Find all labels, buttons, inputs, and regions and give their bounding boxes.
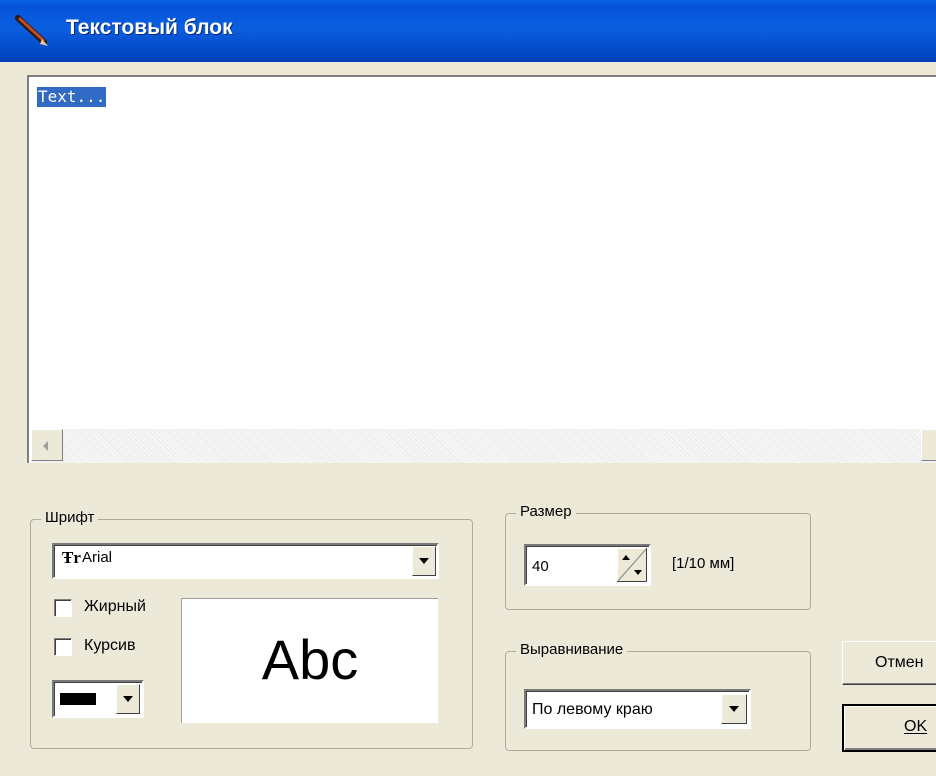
size-value[interactable]: 40 xyxy=(532,558,549,575)
alignment-group-legend: Выравнивание xyxy=(516,641,628,658)
scroll-left-button[interactable] xyxy=(31,429,63,461)
text-editor[interactable]: Text... xyxy=(27,75,936,463)
bold-checkbox-label[interactable]: Жирный xyxy=(84,598,146,616)
size-unit-label: [1/10 мм] xyxy=(672,555,735,572)
font-group-legend: Шрифт xyxy=(41,509,99,526)
window-title: Текстовый блок xyxy=(66,16,233,39)
size-spinner[interactable]: 40 xyxy=(524,544,651,586)
italic-checkbox-label[interactable]: Курсив xyxy=(84,637,135,655)
title-bar[interactable]: Текстовый блок xyxy=(0,0,936,62)
size-group-legend: Размер xyxy=(516,503,576,520)
cancel-button[interactable]: Отмен xyxy=(842,641,936,685)
color-dropdown-button[interactable] xyxy=(116,684,140,714)
horizontal-scrollbar[interactable] xyxy=(31,429,936,463)
ok-button-label: OK xyxy=(904,718,928,735)
arrow-left-icon xyxy=(43,441,48,451)
bold-checkbox[interactable] xyxy=(54,599,72,617)
alignment-dropdown-button[interactable] xyxy=(721,694,747,724)
cancel-button-label: Отмен xyxy=(875,654,924,671)
spin-up-down-icon xyxy=(617,548,647,582)
color-swatch xyxy=(60,693,96,705)
font-preview: Abc xyxy=(181,598,438,723)
chevron-down-icon xyxy=(123,696,133,702)
font-select-value: Arial xyxy=(82,549,113,566)
font-select[interactable]: Ŧr Arial xyxy=(52,543,439,579)
alignment-select[interactable]: По левому краю xyxy=(524,689,751,729)
alignment-select-value: По левому краю xyxy=(532,701,653,718)
pencil-icon xyxy=(15,15,48,46)
preview-text: Abc xyxy=(261,628,359,691)
italic-checkbox[interactable] xyxy=(54,638,72,656)
chevron-down-icon xyxy=(729,706,739,712)
scroll-right-button[interactable] xyxy=(921,429,936,461)
ok-button[interactable]: OK xyxy=(842,704,936,752)
chevron-down-icon xyxy=(419,558,429,564)
selected-text[interactable]: Text... xyxy=(37,87,107,107)
truetype-font-icon: Ŧr xyxy=(62,548,81,567)
font-dropdown-button[interactable] xyxy=(412,546,436,576)
size-spin-buttons[interactable] xyxy=(617,548,647,582)
color-picker[interactable] xyxy=(52,680,144,718)
